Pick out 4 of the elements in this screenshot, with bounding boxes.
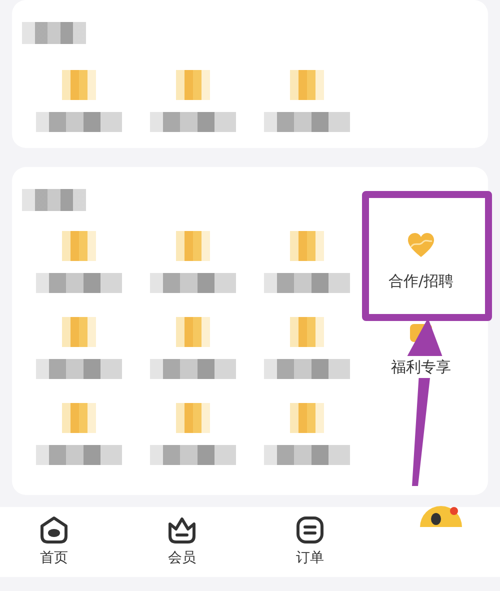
service-label[interactable]: 福利专享 <box>389 356 453 378</box>
tab[interactable]: 会员 <box>118 507 246 577</box>
tab[interactable]: 首页 <box>0 507 118 577</box>
tab[interactable]: 订单 <box>246 507 374 577</box>
